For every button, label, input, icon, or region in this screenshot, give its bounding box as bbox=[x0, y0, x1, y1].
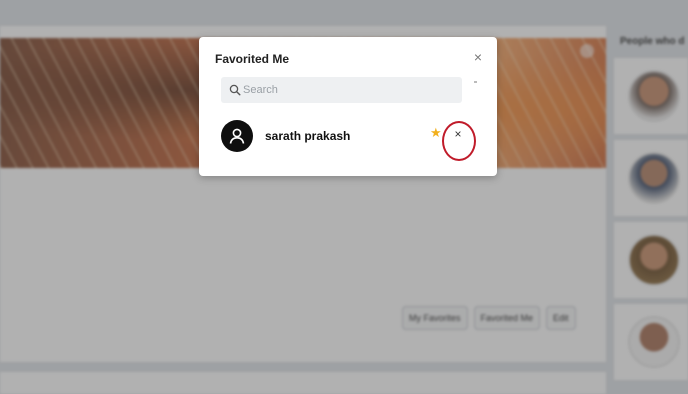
dialog-title: Favorited Me bbox=[215, 52, 290, 66]
star-icon: ★ bbox=[430, 125, 442, 140]
scrollbar[interactable] bbox=[474, 81, 477, 83]
user-name[interactable]: sarath prakash bbox=[265, 129, 350, 143]
close-button[interactable]: × bbox=[471, 50, 485, 64]
search-field[interactable] bbox=[221, 77, 462, 103]
highlight-annotation bbox=[442, 121, 476, 161]
search-input[interactable] bbox=[243, 84, 453, 96]
search-icon bbox=[229, 84, 241, 96]
user-icon bbox=[229, 128, 245, 144]
avatar[interactable] bbox=[221, 120, 253, 152]
